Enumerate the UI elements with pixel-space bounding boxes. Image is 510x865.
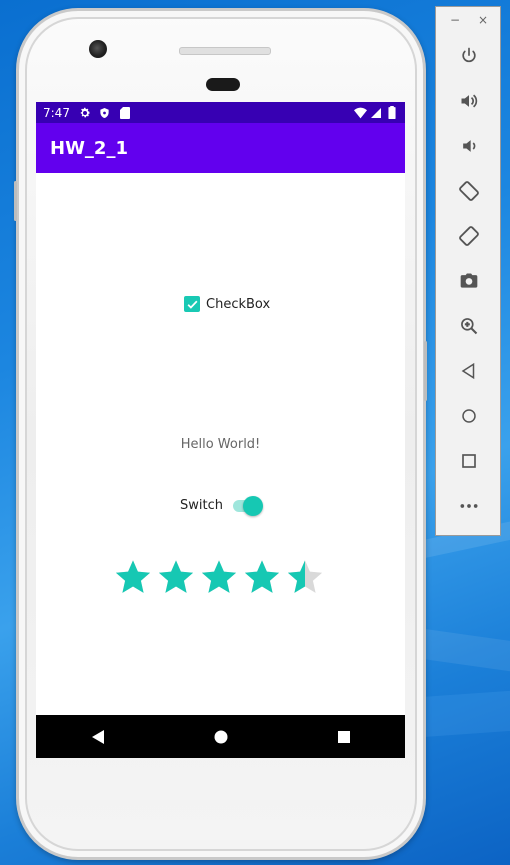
checkbox-label[interactable]: CheckBox [206, 297, 270, 312]
switch-label[interactable]: Switch [180, 498, 223, 513]
toolbar-window-controls: − × [436, 7, 500, 33]
rating-star[interactable] [286, 558, 324, 596]
app-title: HW_2_1 [50, 137, 128, 159]
hello-text: Hello World! [180, 437, 261, 452]
back-icon[interactable] [436, 348, 502, 393]
rating-star[interactable] [200, 558, 238, 596]
battery-icon [385, 106, 399, 120]
earpiece [206, 78, 240, 91]
rotate-right-icon[interactable] [436, 213, 502, 258]
app-bar: HW_2_1 [36, 123, 405, 173]
home-icon[interactable] [436, 393, 502, 438]
front-camera [89, 40, 107, 58]
close-button[interactable]: × [478, 13, 488, 33]
switch-thumb[interactable] [242, 495, 263, 516]
zoom-icon[interactable] [436, 303, 502, 348]
recents-icon[interactable] [324, 717, 364, 757]
checkbox-checked-icon[interactable] [184, 296, 200, 312]
overview-icon[interactable] [436, 438, 502, 483]
switch-control[interactable]: Switch [180, 495, 263, 516]
back-icon[interactable] [78, 717, 118, 757]
sd-card-icon [118, 106, 132, 120]
rating-star[interactable] [243, 558, 281, 596]
phone-screen: 7:47 HW_2_1 CheckBox Hello World! Switch [36, 102, 405, 758]
rating-star[interactable] [157, 558, 195, 596]
more-icon[interactable] [436, 483, 502, 528]
speaker-grille [179, 47, 271, 55]
emulator-toolbar: − × [435, 6, 501, 536]
phone-side-button [14, 181, 17, 221]
shield-icon [98, 106, 112, 120]
main-content: CheckBox Hello World! Switch [36, 173, 405, 715]
rotate-left-icon[interactable] [436, 168, 502, 213]
switch-toggle[interactable] [232, 495, 263, 516]
navigation-bar [36, 715, 405, 758]
power-icon[interactable] [436, 33, 502, 78]
settings-icon [78, 106, 92, 120]
signal-icon [369, 106, 383, 120]
volume-up-icon[interactable] [436, 78, 502, 123]
phone-side-button [424, 341, 427, 401]
status-bar: 7:47 [36, 102, 405, 123]
status-time: 7:47 [43, 105, 70, 120]
rating-bar[interactable] [114, 558, 329, 596]
wifi-icon [353, 106, 367, 120]
volume-down-icon[interactable] [436, 123, 502, 168]
home-icon[interactable] [201, 717, 241, 757]
checkbox-control[interactable]: CheckBox [184, 296, 270, 312]
minimize-button[interactable]: − [450, 13, 460, 33]
status-right-icons [353, 106, 399, 120]
rating-star[interactable] [114, 558, 152, 596]
camera-icon[interactable] [436, 258, 502, 303]
